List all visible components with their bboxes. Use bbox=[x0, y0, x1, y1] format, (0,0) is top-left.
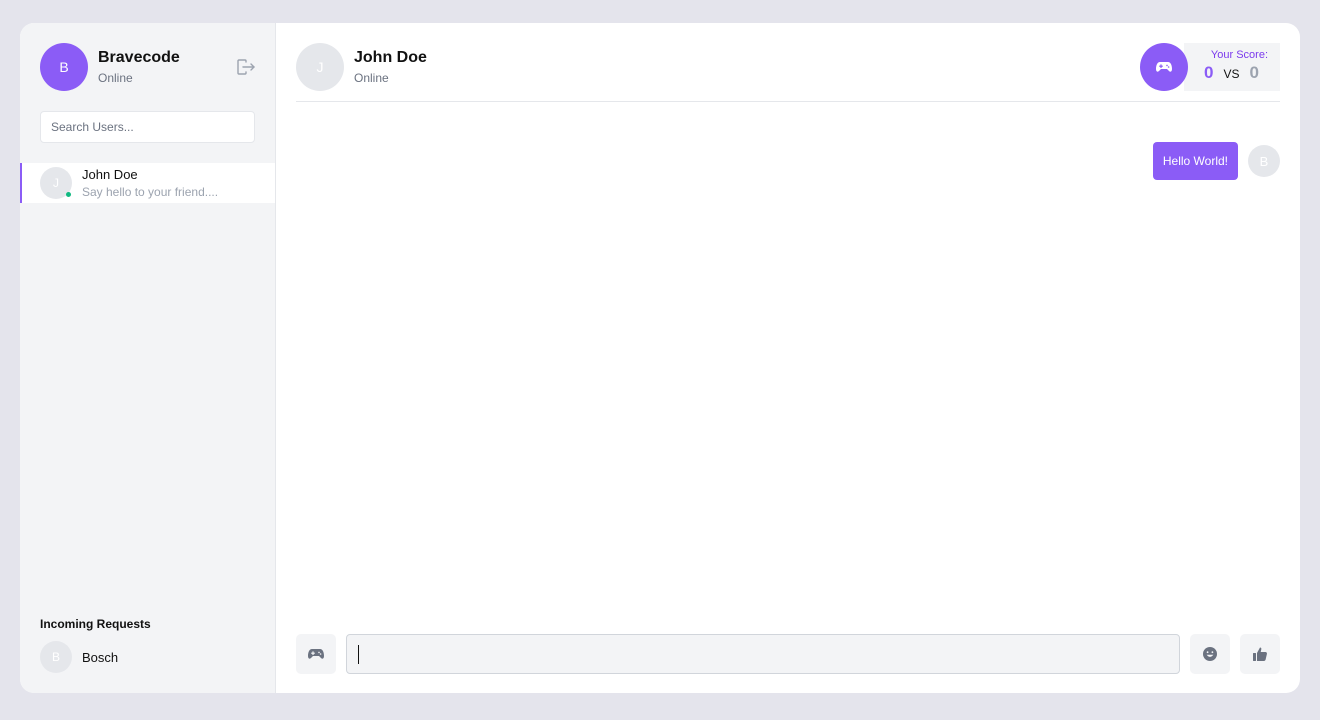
logout-icon[interactable] bbox=[236, 59, 256, 75]
current-user-name: Bravecode bbox=[98, 49, 180, 66]
request-avatar: B bbox=[40, 641, 72, 673]
peer-avatar: J bbox=[296, 43, 344, 91]
score-vs: VS bbox=[1223, 67, 1240, 81]
score-box: Your Score: 0 VS 0 bbox=[1140, 43, 1280, 91]
chat-app: B Bravecode Online J John Doe Say hello … bbox=[20, 23, 1300, 693]
chat-peer: J John Doe Online bbox=[296, 43, 427, 91]
message-row: Hello World! B bbox=[1152, 142, 1280, 180]
game-invite-button[interactable] bbox=[296, 634, 336, 674]
message-input[interactable] bbox=[346, 634, 1180, 674]
my-score: 0 bbox=[1204, 63, 1214, 82]
like-button[interactable] bbox=[1240, 634, 1280, 674]
score-label: Your Score: bbox=[1210, 49, 1268, 61]
thumbs-up-icon bbox=[1253, 647, 1267, 661]
current-user: B Bravecode Online bbox=[40, 43, 180, 91]
contact-item[interactable]: J John Doe Say hello to your friend.... bbox=[20, 163, 275, 203]
chat-panel: J John Doe Online Your Score: 0 VS 0 Hel… bbox=[276, 23, 1300, 693]
text-caret bbox=[358, 645, 359, 664]
current-user-avatar: B bbox=[40, 43, 88, 91]
gamepad-icon bbox=[1156, 62, 1172, 72]
opponent-score: 0 bbox=[1249, 63, 1259, 82]
contact-name: John Doe bbox=[82, 167, 138, 182]
request-name: Bosch bbox=[82, 649, 119, 665]
sidebar: B Bravecode Online J John Doe Say hello … bbox=[20, 23, 276, 693]
chat-header: J John Doe Online Your Score: 0 VS 0 bbox=[296, 43, 1280, 102]
message-composer bbox=[296, 634, 1280, 674]
smiley-icon bbox=[1203, 647, 1217, 661]
contact-avatar: J bbox=[40, 167, 72, 199]
incoming-requests-title: Incoming Requests bbox=[40, 617, 151, 631]
online-indicator bbox=[66, 192, 71, 197]
search-users-input[interactable] bbox=[40, 111, 255, 143]
peer-status: Online bbox=[354, 71, 389, 85]
message-avatar: B bbox=[1248, 145, 1280, 177]
contact-preview: Say hello to your friend.... bbox=[82, 185, 219, 199]
gamepad-icon bbox=[308, 649, 324, 659]
contact-avatar-initial: J bbox=[53, 176, 59, 190]
request-item[interactable]: B Bosch bbox=[40, 641, 118, 673]
game-button[interactable] bbox=[1140, 43, 1188, 91]
emoji-button[interactable] bbox=[1190, 634, 1230, 674]
peer-name: John Doe bbox=[354, 49, 427, 66]
message-bubble: Hello World! bbox=[1152, 142, 1238, 180]
current-user-status: Online bbox=[98, 71, 133, 85]
score-panel: Your Score: 0 VS 0 bbox=[1184, 43, 1280, 91]
